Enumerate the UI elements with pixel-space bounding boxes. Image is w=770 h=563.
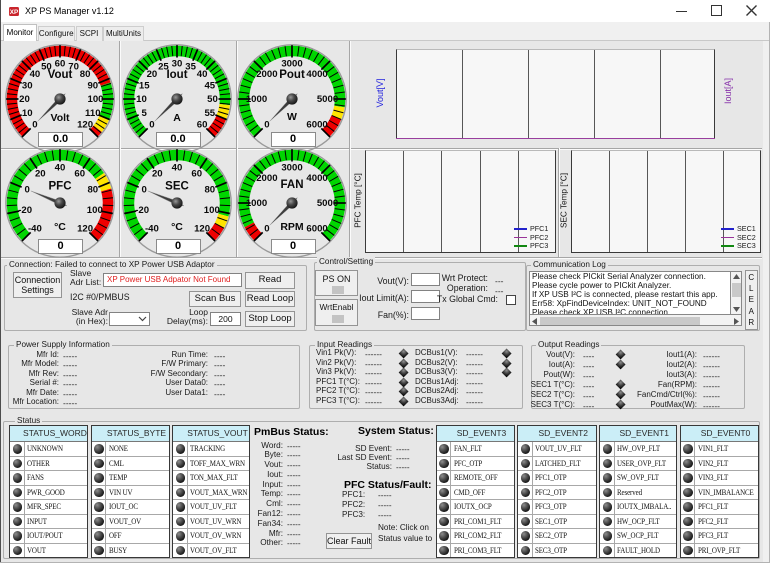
svg-text:20: 20 <box>152 169 163 180</box>
svg-text:0: 0 <box>149 119 154 130</box>
svg-text:80: 80 <box>80 69 91 80</box>
svg-text:40: 40 <box>197 69 208 80</box>
svg-text:RPM: RPM <box>280 221 304 233</box>
svg-text:0: 0 <box>25 185 30 196</box>
svg-text:40: 40 <box>55 163 66 174</box>
svg-text:0: 0 <box>264 223 269 234</box>
svg-text:-40: -40 <box>145 223 159 234</box>
svg-text:1000: 1000 <box>246 94 267 105</box>
svg-text:6000: 6000 <box>306 119 327 130</box>
svg-text:-40: -40 <box>28 223 42 234</box>
svg-text:-20: -20 <box>135 205 149 216</box>
svg-text:60: 60 <box>197 119 208 130</box>
svg-text:PFC: PFC <box>49 181 72 193</box>
svg-text:15: 15 <box>139 81 150 92</box>
svg-text:60: 60 <box>191 169 202 180</box>
svg-text:-20: -20 <box>18 205 32 216</box>
svg-text:2000: 2000 <box>256 173 277 184</box>
svg-text:FAN: FAN <box>281 179 304 191</box>
svg-text:0: 0 <box>142 185 147 196</box>
svg-text:80: 80 <box>204 185 215 196</box>
svg-text:°C: °C <box>171 221 183 233</box>
svg-text:5000: 5000 <box>317 198 338 209</box>
svg-text:30: 30 <box>22 81 33 92</box>
svg-text:100: 100 <box>204 205 220 216</box>
svg-text:0: 0 <box>264 119 269 130</box>
svg-text:50: 50 <box>207 94 218 105</box>
svg-text:4000: 4000 <box>306 69 327 80</box>
svg-text:5000: 5000 <box>317 94 338 105</box>
svg-text:Vout: Vout <box>48 69 73 81</box>
svg-text:W: W <box>287 111 297 123</box>
svg-text:10: 10 <box>136 94 147 105</box>
svg-text:60: 60 <box>74 169 85 180</box>
svg-text:1000: 1000 <box>246 198 267 209</box>
svg-text:120: 120 <box>77 119 93 130</box>
svg-text:110: 110 <box>85 108 100 119</box>
svg-text:XP: XP <box>10 8 18 15</box>
svg-text:°C: °C <box>54 221 66 233</box>
svg-text:40: 40 <box>172 163 183 174</box>
svg-text:20: 20 <box>19 94 30 105</box>
svg-text:45: 45 <box>204 81 215 92</box>
svg-text:20: 20 <box>35 169 46 180</box>
svg-text:2000: 2000 <box>256 69 277 80</box>
svg-text:Iout: Iout <box>166 69 187 81</box>
svg-text:55: 55 <box>204 108 215 119</box>
svg-text:Pout: Pout <box>279 69 305 81</box>
svg-text:100: 100 <box>87 205 103 216</box>
svg-text:80: 80 <box>87 185 98 196</box>
svg-text:40: 40 <box>30 69 41 80</box>
svg-text:5: 5 <box>142 108 148 119</box>
svg-text:3000: 3000 <box>281 163 302 174</box>
svg-text:A: A <box>173 112 181 124</box>
svg-text:20: 20 <box>147 69 158 80</box>
svg-text:SEC: SEC <box>165 181 189 193</box>
svg-text:4000: 4000 <box>306 173 327 184</box>
svg-text:0: 0 <box>32 119 37 130</box>
svg-text:6000: 6000 <box>306 223 327 234</box>
svg-text:Volt: Volt <box>50 112 70 124</box>
svg-text:10: 10 <box>22 108 33 119</box>
svg-text:90: 90 <box>87 81 98 92</box>
svg-text:100: 100 <box>87 94 103 105</box>
svg-text:120: 120 <box>77 223 93 234</box>
svg-text:120: 120 <box>194 223 210 234</box>
